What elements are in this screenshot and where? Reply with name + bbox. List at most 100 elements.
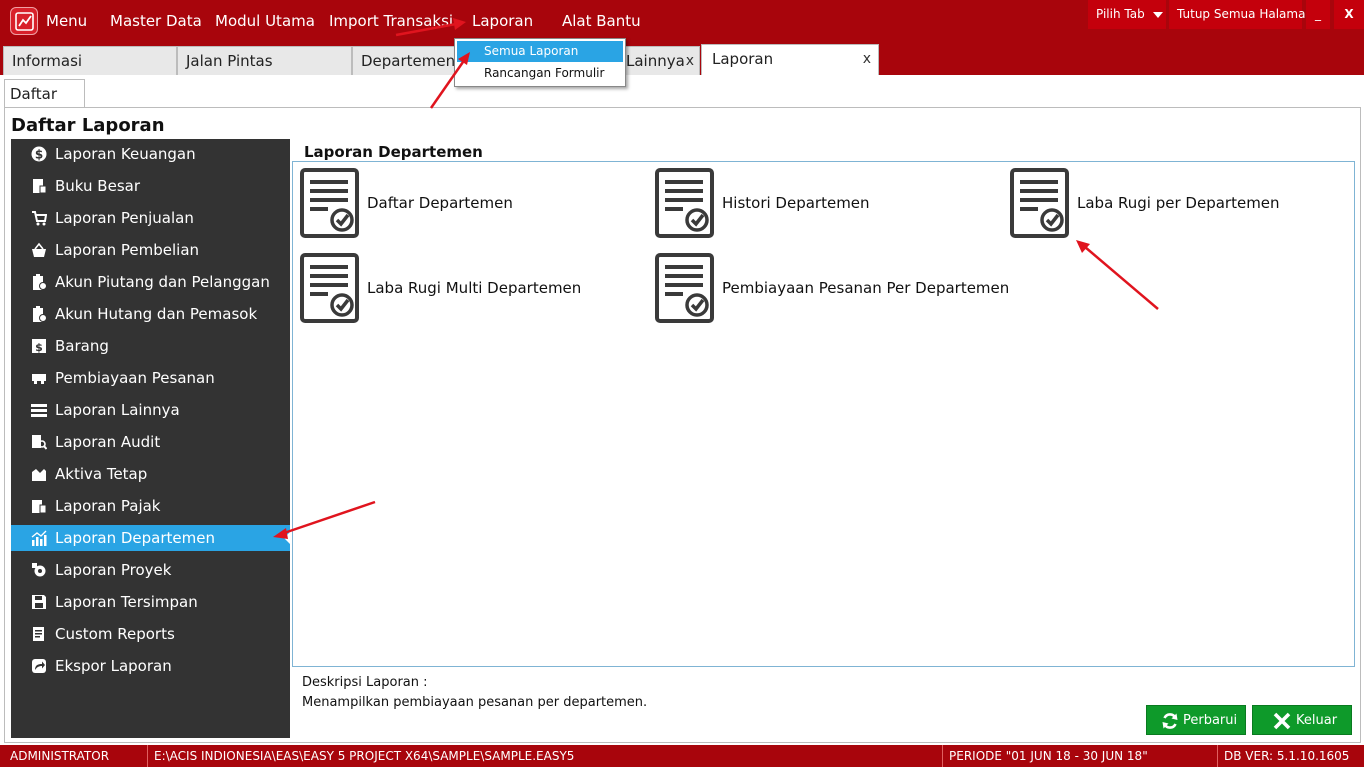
sidebar-item-label: Laporan Audit xyxy=(55,433,161,451)
sidebar-item-laporan-proyek[interactable]: Laporan Proyek xyxy=(11,557,290,583)
menu-item-menu[interactable]: Menu xyxy=(46,12,87,30)
sidebar-item-label: Pembiayaan Pesanan xyxy=(55,369,215,387)
report-check-icon xyxy=(300,253,359,323)
clipboard-supplier-icon xyxy=(33,306,47,322)
report-label: Laba Rugi Multi Departemen xyxy=(367,279,582,297)
report-item-daftar-departemen[interactable]: Daftar Departemen xyxy=(300,168,600,240)
menu-item-alat-bantu[interactable]: Alat Bantu xyxy=(562,12,641,30)
minimize-button[interactable]: _ xyxy=(1306,0,1330,29)
report-item-laba-rugi-multi-departemen[interactable]: Laba Rugi Multi Departemen xyxy=(300,253,640,325)
caret-down-icon xyxy=(1152,11,1163,18)
subtab-daftar[interactable]: Daftar xyxy=(4,79,85,107)
sidebar-item-label: Laporan Pajak xyxy=(55,497,161,515)
pilih-tab-label: Pilih Tab xyxy=(1096,7,1145,21)
sidebar-item-label: Laporan Penjualan xyxy=(55,209,194,227)
sidebar-item-buku-besar[interactable]: Buku Besar xyxy=(11,173,290,199)
sidebar-item-akun-piutang[interactable]: Akun Piutang dan Pelanggan xyxy=(11,269,290,295)
menu-item-import-transaksi[interactable]: Import Transaksi xyxy=(329,12,453,30)
status-user: ADMINISTRATOR xyxy=(10,749,110,763)
close-window-button[interactable]: X xyxy=(1334,0,1364,29)
sidebar-item-laporan-penjualan[interactable]: Laporan Penjualan xyxy=(11,205,290,231)
svg-text:$: $ xyxy=(35,148,43,162)
project-gear-icon xyxy=(32,563,46,577)
sidebar-item-label: Laporan Tersimpan xyxy=(55,593,198,611)
order-cost-icon xyxy=(32,374,46,384)
status-db-version: DB VER: 5.1.10.1605 xyxy=(1217,745,1364,767)
sidebar-item-aktiva-tetap[interactable]: Aktiva Tetap xyxy=(11,461,290,487)
sidebar-item-label: Ekspor Laporan xyxy=(55,657,172,675)
report-label: Daftar Departemen xyxy=(367,194,513,212)
tab-lainnya[interactable]: Lainnya x xyxy=(618,46,700,75)
report-label: Histori Departemen xyxy=(722,194,870,212)
status-file-path: E:\ACIS INDIONESIA\EAS\EASY 5 PROJECT X6… xyxy=(147,745,942,767)
tab-label: Laporan xyxy=(712,50,774,68)
menu-item-master-data[interactable]: Master Data xyxy=(110,12,202,30)
menu-item-modul-utama[interactable]: Modul Utama xyxy=(215,12,315,30)
selection-notch xyxy=(284,532,290,544)
floppy-disk-icon xyxy=(32,595,46,609)
close-icon[interactable]: x xyxy=(686,47,694,75)
sidebar-item-pembiayaan-pesanan[interactable]: Pembiayaan Pesanan xyxy=(11,365,290,391)
description-label: Deskripsi Laporan : xyxy=(302,675,428,690)
sidebar-item-label: Buku Besar xyxy=(55,177,140,195)
x-close-icon xyxy=(1273,712,1291,730)
pilih-tab-button[interactable]: Pilih Tab xyxy=(1088,0,1166,29)
sidebar-item-laporan-pembelian[interactable]: Laporan Pembelian xyxy=(11,237,290,263)
sidebar-item-label: Laporan Pembelian xyxy=(55,241,200,259)
ledger-book-icon xyxy=(33,179,47,194)
status-bar: ADMINISTRATOR E:\ACIS INDIONESIA\EAS\EAS… xyxy=(0,745,1364,767)
dropdown-item-rancangan-formulir[interactable]: Rancangan Formulir xyxy=(457,63,623,84)
basket-icon xyxy=(32,242,46,257)
report-label: Laba Rugi per Departemen xyxy=(1077,194,1280,212)
report-item-pembiayaan-pesanan-per-departemen[interactable]: Pembiayaan Pesanan Per Departemen xyxy=(655,253,1035,325)
sidebar-item-label: Laporan Keuangan xyxy=(55,145,196,163)
sidebar-item-ekspor-laporan[interactable]: Ekspor Laporan xyxy=(11,653,290,679)
clipboard-user-icon xyxy=(33,274,47,290)
menu-bar: Menu Master Data Modul Utama Import Tran… xyxy=(0,0,1364,44)
dropdown-item-semua-laporan[interactable]: Semua Laporan xyxy=(457,41,623,62)
sidebar-item-laporan-tersimpan[interactable]: Laporan Tersimpan xyxy=(11,589,290,615)
tab-jalan-pintas[interactable]: Jalan Pintas xyxy=(177,46,352,75)
sidebar-item-label: Laporan Proyek xyxy=(55,561,172,579)
perbarui-label: Perbarui xyxy=(1183,713,1238,728)
sidebar-item-laporan-pajak[interactable]: Laporan Pajak xyxy=(11,493,290,519)
tab-label: Jalan Pintas xyxy=(186,52,273,70)
svg-text:$: $ xyxy=(35,341,43,354)
keluar-button[interactable]: Keluar xyxy=(1252,705,1352,735)
tab-label: Lainnya xyxy=(626,52,685,70)
sidebar-item-laporan-departemen[interactable]: Laporan Departemen xyxy=(11,525,290,551)
chart-logo-icon[interactable] xyxy=(10,7,38,35)
report-check-icon xyxy=(655,168,714,238)
tab-departemen[interactable]: Departemen xyxy=(352,46,462,75)
audit-search-icon xyxy=(32,435,47,450)
tab-laporan[interactable]: Laporan x xyxy=(701,44,879,75)
tab-label: Informasi xyxy=(12,52,83,70)
report-label: Pembiayaan Pesanan Per Departemen xyxy=(722,279,1010,297)
report-check-icon xyxy=(655,253,714,323)
sidebar-item-barang[interactable]: $ Barang xyxy=(11,333,290,359)
report-item-histori-departemen[interactable]: Histori Departemen xyxy=(655,168,995,240)
sidebar-item-laporan-lainnya[interactable]: Laporan Lainnya xyxy=(11,397,290,423)
sidebar-item-laporan-keuangan[interactable]: $ Laporan Keuangan xyxy=(11,141,290,167)
menu-item-laporan[interactable]: Laporan xyxy=(472,12,533,30)
sidebar-item-akun-hutang[interactable]: Akun Hutang dan Pemasok xyxy=(11,301,290,327)
sidebar-item-label: Laporan Departemen xyxy=(55,529,215,547)
dollar-circle-icon: $ xyxy=(31,146,47,162)
tutup-semua-halaman-button[interactable]: Tutup Semua Halaman xyxy=(1169,0,1313,29)
sidebar-item-label: Barang xyxy=(55,337,109,355)
box-icon: $ xyxy=(32,339,46,354)
report-category-sidebar: $ Laporan Keuangan Buku Besar Laporan Pe… xyxy=(11,139,290,738)
sidebar-item-label: Akun Piutang dan Pelanggan xyxy=(55,273,270,291)
close-icon[interactable]: x xyxy=(863,45,871,74)
keluar-label: Keluar xyxy=(1296,713,1338,728)
sidebar-item-custom-reports[interactable]: Custom Reports xyxy=(11,621,290,647)
tab-informasi[interactable]: Informasi xyxy=(3,46,177,75)
sidebar-item-label: Akun Hutang dan Pemasok xyxy=(55,305,258,323)
report-check-icon xyxy=(1010,168,1069,238)
description-text: Menampilkan pembiayaan pesanan per depar… xyxy=(302,695,648,710)
report-check-icon xyxy=(300,168,359,238)
perbarui-button[interactable]: Perbarui xyxy=(1146,705,1246,735)
sidebar-item-laporan-audit[interactable]: Laporan Audit xyxy=(11,429,290,455)
report-item-laba-rugi-per-departemen[interactable]: Laba Rugi per Departemen xyxy=(1010,168,1330,240)
sidebar-item-label: Laporan Lainnya xyxy=(55,401,180,419)
